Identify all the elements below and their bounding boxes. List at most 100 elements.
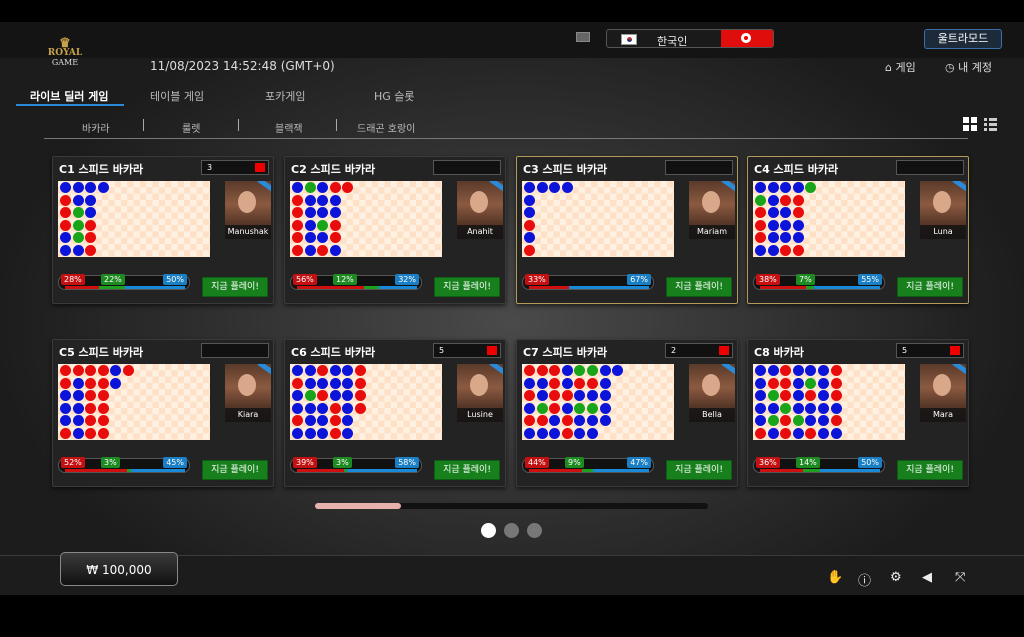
player-pct: 55%: [858, 274, 882, 285]
tab-table-games[interactable]: 테이블 게임: [150, 88, 204, 104]
gear-icon[interactable]: ⚙: [890, 570, 902, 585]
play-now-button[interactable]: 지금 플레이!: [666, 460, 732, 480]
home-icon: ⌂: [885, 61, 892, 74]
bead-banker: [60, 207, 71, 219]
bead-banker: [60, 365, 71, 376]
bead-player: [561, 365, 573, 376]
play-now-button[interactable]: 지금 플레이!: [666, 277, 732, 297]
my-account-label: 내 계정: [958, 61, 992, 74]
subtab-blackjack[interactable]: 블랙잭: [275, 120, 303, 135]
dealer-name: Mara: [920, 408, 966, 422]
game-table-card[interactable]: C7 스피드 바카라 2 Bella 44% 9% 47% 지금 플레이!: [516, 339, 738, 487]
brand-logo[interactable]: ♛ ROYAL GAME: [44, 37, 86, 67]
info-icon[interactable]: ⓘ: [858, 570, 871, 589]
ultra-mode-button[interactable]: 울트라모드: [924, 29, 1002, 49]
bead-tie: [536, 402, 548, 414]
scrollbar-thumb[interactable]: [315, 503, 401, 509]
games-link[interactable]: ⌂ 게임: [885, 59, 916, 75]
bead-banker: [805, 428, 817, 439]
bead-player: [304, 207, 316, 219]
bead-player: [599, 390, 611, 402]
bead-player: [587, 390, 598, 402]
play-now-button[interactable]: 지금 플레이!: [434, 460, 500, 480]
bead-player: [830, 428, 842, 439]
bead-player: [342, 390, 354, 402]
hand-icon[interactable]: ✋: [827, 570, 843, 585]
bead-player: [110, 377, 122, 389]
bead-banker: [549, 365, 561, 376]
play-now-button[interactable]: 지금 플레이!: [202, 460, 268, 480]
bead-banker: [85, 365, 97, 376]
live-ribbon: [489, 181, 503, 194]
live-ribbon: [721, 364, 735, 377]
table-count: 5: [439, 346, 445, 355]
bead-player: [292, 365, 303, 376]
grid-view-icon[interactable]: [963, 117, 977, 131]
bead-road: [522, 181, 674, 257]
subtab-baccarat[interactable]: 바카라: [82, 120, 110, 135]
game-table-card[interactable]: C4 스피드 바카라 Luna 38% 7% 55% 지금 플레이!: [747, 156, 969, 304]
language-selector[interactable]: 한국인: [606, 29, 774, 48]
play-now-button[interactable]: 지금 플레이!: [434, 277, 500, 297]
dealer-name: Mariam: [689, 225, 735, 239]
bead-player: [329, 194, 341, 206]
horizontal-scrollbar[interactable]: [315, 503, 708, 509]
bead-player: [549, 428, 561, 439]
list-view-icon[interactable]: [984, 118, 997, 131]
bead-tie: [767, 415, 779, 427]
bead-player: [524, 377, 535, 389]
game-table-card[interactable]: C1 스피드 바카라 3 Manushak 28% 22% 50% 지금 플레이…: [52, 156, 274, 304]
bead-player: [317, 182, 329, 193]
bead-tie: [72, 207, 84, 219]
dealer-name: Anahit: [457, 225, 503, 239]
bead-player: [524, 232, 535, 244]
result-stats: 56% 12% 32%: [290, 274, 422, 290]
subtab-roulette[interactable]: 룰렛: [182, 120, 200, 135]
page-dot-3[interactable]: [527, 523, 542, 538]
banker-pct: 44%: [525, 457, 549, 468]
banker-bar: [760, 469, 804, 472]
bead-banker: [549, 390, 561, 402]
table-title: C5 스피드 바카라: [59, 346, 144, 359]
page-dot-1[interactable]: [481, 523, 496, 538]
bead-banker: [317, 390, 329, 402]
mail-icon[interactable]: [576, 32, 590, 42]
result-bar: [297, 469, 417, 472]
game-table-card[interactable]: C8 바카라 5 Mara 36% 14% 50% 지금 플레이!: [747, 339, 969, 487]
result-bar: [529, 286, 649, 289]
bead-banker: [292, 377, 303, 389]
count-badge: [255, 163, 265, 172]
bead-player: [304, 428, 316, 439]
section-divider: [44, 138, 968, 139]
bead-banker: [524, 219, 535, 231]
subtab-dragon-tiger[interactable]: 드래곤 호랑이: [357, 120, 415, 135]
play-now-button[interactable]: 지금 플레이!: [897, 277, 963, 297]
bead-player: [317, 402, 329, 414]
bead-road: [58, 364, 210, 440]
tab-live-dealer[interactable]: 라이브 딜러 게임: [30, 88, 109, 104]
game-table-card[interactable]: C3 스피드 바카라 Mariam 33% 67% 지금 플레이!: [516, 156, 738, 304]
my-account-link[interactable]: ◷ 내 계정: [945, 59, 992, 75]
game-table-card[interactable]: C2 스피드 바카라 Anahit 56% 12% 32% 지금 플레이!: [284, 156, 506, 304]
fullscreen-icon[interactable]: ⤧: [955, 570, 965, 585]
dealer-photo: Luna: [920, 181, 966, 239]
banker-pct: 38%: [756, 274, 780, 285]
bead-player: [755, 182, 766, 193]
player-pct: 50%: [163, 274, 187, 285]
play-now-button[interactable]: 지금 플레이!: [202, 277, 268, 297]
speaker-icon[interactable]: ◀: [922, 570, 932, 585]
bead-banker: [792, 245, 804, 256]
result-stats: 39% 3% 58%: [290, 457, 422, 473]
page-dot-2[interactable]: [504, 523, 519, 538]
record-icon[interactable]: [721, 30, 773, 47]
bead-player: [536, 390, 548, 402]
game-table-card[interactable]: C6 스피드 바카라 5 Lusine 39% 3% 58% 지금 플레이!: [284, 339, 506, 487]
result-bar: [65, 286, 185, 289]
bead-player: [561, 377, 573, 389]
bead-player: [342, 402, 354, 414]
play-now-button[interactable]: 지금 플레이!: [897, 460, 963, 480]
bead-banker: [123, 365, 134, 376]
tab-poker-games[interactable]: 포카게임: [265, 88, 305, 104]
tab-hg-slots[interactable]: HG 슬롯: [374, 88, 415, 104]
game-table-card[interactable]: C5 스피드 바카라 Kiara 52% 3% 45% 지금 플레이!: [52, 339, 274, 487]
